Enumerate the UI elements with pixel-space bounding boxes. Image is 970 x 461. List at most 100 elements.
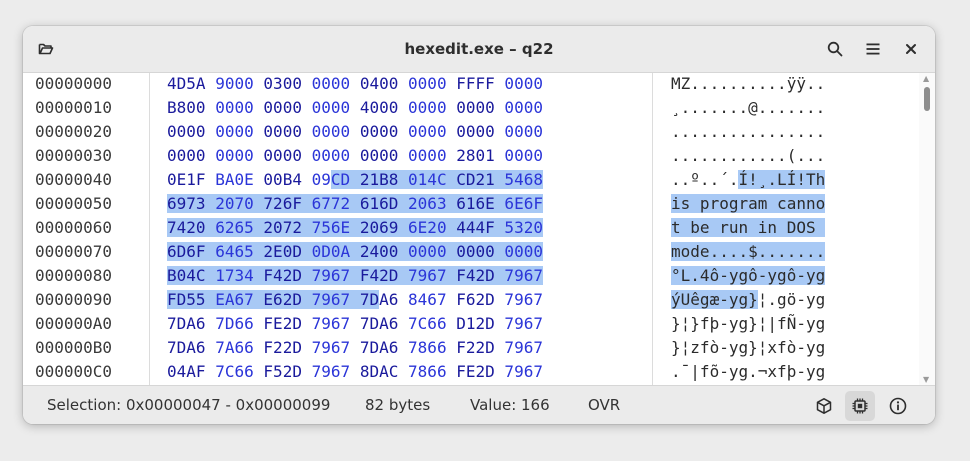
hex-word[interactable]: 21B8 — [359, 170, 399, 189]
hex-word[interactable]: EA67 — [215, 290, 254, 309]
hex-word[interactable]: 7967 — [504, 338, 543, 357]
hex-word[interactable]: 2069 — [359, 218, 399, 237]
ascii-row[interactable]: }¦}fþ-yg}¦|fÑ-yg — [671, 312, 825, 336]
hex-word[interactable]: F42D — [359, 266, 399, 285]
scroll-thumb[interactable] — [924, 87, 930, 111]
hex-word[interactable]: 0000 — [312, 122, 351, 141]
hex-word[interactable]: 2063 — [408, 194, 447, 213]
cube-button[interactable] — [809, 391, 839, 421]
hex-word[interactable]: B800 — [167, 98, 206, 117]
hex-row[interactable]: 7DA6 7D66 FE2D 7967 7DA6 7C66 D12D 7967 — [167, 312, 543, 336]
hex-row[interactable]: FD55 EA67 E62D 7967 7DA6 8467 F62D 7967 — [167, 288, 543, 312]
hex-row[interactable]: 0E1F BA0E 00B4 09CD 21B8 014C CD21 5468 — [167, 168, 543, 192]
ascii-column[interactable]: MZ..........ÿÿ.. ¸.......@...............… — [653, 73, 919, 385]
hex-word[interactable]: 1734 — [215, 266, 254, 285]
hex-word[interactable]: 9000 — [215, 74, 254, 93]
hex-word[interactable]: 5468 — [504, 170, 543, 189]
hex-word[interactable]: 0000 — [456, 242, 495, 261]
hex-word[interactable]: 0000 — [360, 146, 399, 165]
hex-word[interactable]: 0000 — [167, 122, 206, 141]
ascii-row[interactable]: MZ..........ÿÿ.. — [671, 73, 825, 96]
hex-word[interactable]: 0000 — [167, 146, 206, 165]
ascii-row[interactable]: ýUêgæ-yg}¦.gö-yg — [671, 288, 825, 312]
hex-word[interactable]: 0000 — [263, 146, 302, 165]
hex-word[interactable]: 7866 — [408, 362, 447, 381]
ascii-row[interactable]: }¦zfò-yg}¦xfò-yg — [671, 336, 825, 360]
hex-word[interactable]: 0000 — [408, 146, 447, 165]
hex-word[interactable]: 616D — [359, 194, 399, 213]
hex-word[interactable]: 0000 — [456, 98, 495, 117]
hex-word[interactable]: 6D6F — [167, 242, 206, 261]
hex-word[interactable]: 0000 — [312, 74, 351, 93]
hex-word[interactable]: 0000 — [263, 122, 302, 141]
hex-word[interactable]: 0000 — [504, 146, 543, 165]
hex-word[interactable]: D12D — [456, 314, 495, 333]
hex-word[interactable]: 7A66 — [215, 338, 254, 357]
hex-word[interactable]: 8DAC — [360, 362, 399, 381]
hex-word[interactable]: 0000 — [504, 74, 543, 93]
ascii-row[interactable]: ..º..´.Í!¸.LÍ!Th — [671, 168, 826, 192]
hex-row[interactable]: 7420 6265 2072 756E 2069 6E20 444F 5320 — [167, 216, 543, 240]
hex-word[interactable]: F62D — [456, 290, 495, 309]
hex-word[interactable]: 7967 — [504, 314, 543, 333]
hex-word[interactable]: 0400 — [360, 74, 399, 93]
hex-row[interactable]: 6973 2070 726F 6772 616D 2063 616E 6E6F — [167, 192, 543, 216]
hex-word[interactable]: 2801 — [456, 146, 495, 165]
close-button[interactable] — [896, 34, 926, 64]
hex-word[interactable]: 0000 — [312, 146, 351, 165]
hex-word[interactable]: F22D — [263, 338, 302, 357]
hex-word[interactable]: B04C — [167, 266, 206, 285]
hex-word[interactable]: 0000 — [504, 98, 543, 117]
hex-word[interactable]: 0000 — [408, 122, 447, 141]
hex-word[interactable]: 0000 — [456, 122, 495, 141]
hex-word[interactable]: 6E6F — [504, 194, 543, 213]
hex-word[interactable]: 7DA6 — [359, 290, 398, 309]
ascii-row[interactable]: .¯|fõ-yg.¬xfþ-yg — [671, 360, 825, 384]
hex-word[interactable]: 7967 — [312, 338, 351, 357]
hex-word[interactable]: 0E1F — [167, 170, 206, 189]
hex-word[interactable]: 756E — [311, 218, 351, 237]
hex-word[interactable]: 0000 — [504, 242, 543, 261]
hex-word[interactable]: 00B4 — [263, 170, 302, 189]
hex-word[interactable]: 0000 — [360, 122, 399, 141]
main-menu-button[interactable] — [858, 34, 888, 64]
hex-word[interactable]: 7967 — [504, 290, 543, 309]
hex-word[interactable]: 7866 — [408, 338, 447, 357]
hex-word[interactable]: FFFF — [456, 74, 495, 93]
hex-word[interactable]: 2400 — [359, 242, 399, 261]
hex-word[interactable]: 0000 — [215, 146, 254, 165]
vertical-scrollbar[interactable]: ▲ ▼ — [919, 73, 935, 385]
hex-word[interactable]: 0000 — [408, 242, 447, 261]
hex-word[interactable]: 0000 — [215, 122, 254, 141]
hex-word[interactable]: 7967 — [312, 362, 351, 381]
hex-word[interactable]: 0000 — [263, 98, 302, 117]
hex-word[interactable]: 2E0D — [263, 242, 302, 261]
hex-word[interactable]: 5320 — [504, 218, 543, 237]
ascii-row[interactable]: ............(... — [671, 144, 825, 168]
ascii-row[interactable]: is program canno — [671, 192, 826, 216]
hex-word[interactable]: 8467 — [408, 290, 447, 309]
hex-column[interactable]: 4D5A 9000 0300 0000 0400 0000 FFFF 0000 B… — [150, 73, 653, 385]
hex-word[interactable]: 7DA6 — [360, 338, 399, 357]
hex-word[interactable]: 6265 — [215, 218, 254, 237]
hex-word[interactable]: 09CD — [312, 170, 351, 189]
scroll-down-arrow-icon[interactable]: ▼ — [923, 375, 929, 384]
hex-word[interactable]: 7DA6 — [360, 314, 399, 333]
hex-word[interactable]: FD55 — [167, 290, 206, 309]
hex-word[interactable]: 0000 — [408, 74, 447, 93]
ascii-row[interactable]: °L.4ô-ygô-ygô-yg — [671, 264, 826, 288]
chip-button[interactable] — [845, 391, 875, 421]
hex-word[interactable]: 444F — [456, 218, 495, 237]
hex-word[interactable]: 0D0A — [311, 242, 351, 261]
hex-row[interactable]: 0000 0000 0000 0000 0000 0000 2801 0000 — [167, 144, 543, 168]
hex-word[interactable]: FE2D — [263, 314, 302, 333]
hex-word[interactable]: 6465 — [215, 242, 254, 261]
hex-view[interactable]: 00000000 00000010 00000020 00000030 00000040… — [23, 73, 935, 385]
hex-word[interactable]: 6973 — [167, 194, 206, 213]
hex-word[interactable]: 7967 — [311, 290, 351, 309]
hex-row[interactable]: 6D6F 6465 2E0D 0D0A 2400 0000 0000 0000 — [167, 240, 543, 264]
hex-word[interactable]: 7C66 — [215, 362, 254, 381]
hex-word[interactable]: 7967 — [408, 266, 447, 285]
hex-row[interactable]: 4D5A 9000 0300 0000 0400 0000 FFFF 0000 — [167, 73, 543, 96]
hex-word[interactable]: 0300 — [263, 74, 302, 93]
